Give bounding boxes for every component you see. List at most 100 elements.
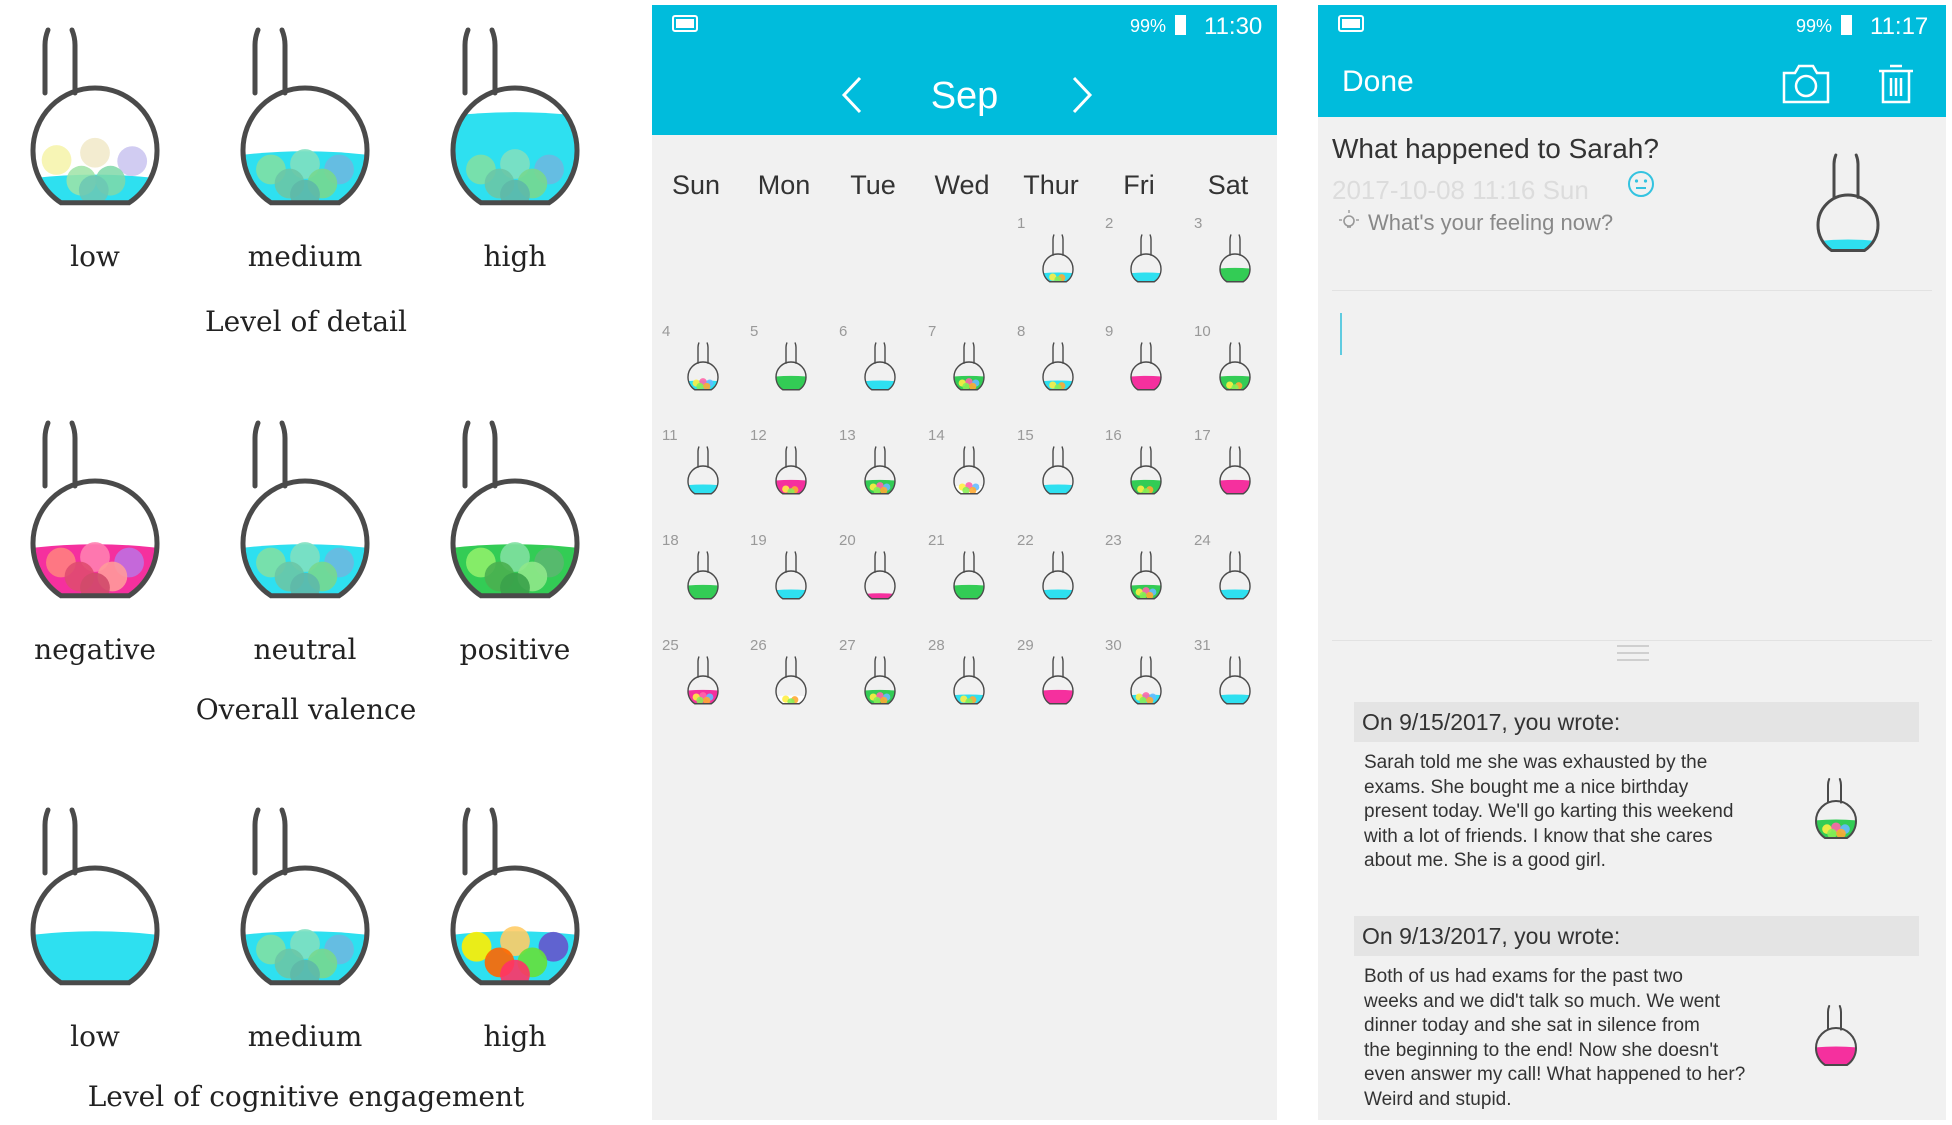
mood-flask-icon: [775, 446, 807, 495]
calendar-day[interactable]: 31: [1184, 637, 1272, 741]
done-button[interactable]: Done: [1342, 65, 1414, 99]
calendar-day[interactable]: 17: [1184, 427, 1272, 531]
smiley-icon[interactable]: [1626, 169, 1656, 199]
flask-label: negative: [34, 633, 156, 666]
calendar-day[interactable]: 5: [740, 323, 828, 427]
calendar-day[interactable]: 20: [829, 532, 917, 636]
mood-flask-icon: [864, 446, 896, 495]
calendar-day-number: 7: [928, 323, 937, 340]
mood-flask-icon: [1042, 342, 1074, 391]
calendar-day[interactable]: 4: [652, 323, 740, 427]
past-entry-text: Both of us had exams for the past two we…: [1364, 965, 1794, 1112]
battery-level-icon: [1841, 15, 1852, 35]
calendar-day[interactable]: 15: [1007, 427, 1095, 531]
text-cursor: [1340, 313, 1342, 355]
flask-label: low: [70, 1020, 120, 1053]
drag-handle-icon[interactable]: [1617, 645, 1649, 666]
lightbulb-icon: [1339, 210, 1359, 228]
calendar-day[interactable]: 7: [918, 323, 1006, 427]
calendar-day-number: 17: [1194, 427, 1211, 444]
calendar-day[interactable]: 2: [1095, 215, 1183, 319]
calendar-day-number: 22: [1017, 532, 1034, 549]
weekday-mon: Mon: [757, 170, 811, 200]
calendar-day[interactable]: 11: [652, 427, 740, 531]
calendar-day-number: 10: [1194, 323, 1211, 340]
calendar-day-number: 27: [839, 637, 856, 654]
calendar-day-number: 21: [928, 532, 945, 549]
calendar-day-number: 14: [928, 427, 945, 444]
calendar-day[interactable]: 16: [1095, 427, 1183, 531]
delete-button[interactable]: [1876, 63, 1916, 110]
calendar-day-number: 9: [1105, 323, 1114, 340]
flask-label: medium: [247, 240, 363, 273]
calendar-day[interactable]: 26: [740, 637, 828, 741]
entry-flask-icon[interactable]: [1798, 145, 1898, 270]
calendar-day[interactable]: 28: [918, 637, 1006, 741]
flask-detail-high: high: [420, 10, 630, 273]
calendar-day-number: 26: [750, 637, 767, 654]
calendar-day-number: 25: [662, 637, 679, 654]
calendar-day-number: 30: [1105, 637, 1122, 654]
calendar-day-number: 12: [750, 427, 767, 444]
flask-label: neutral: [253, 633, 357, 666]
mood-flask-icon: [1042, 446, 1074, 495]
calendar-day[interactable]: 13: [829, 427, 917, 531]
next-month-button[interactable]: [1062, 70, 1102, 120]
calendar-day[interactable]: 9: [1095, 323, 1183, 427]
feeling-prompt[interactable]: What's your feeling now?: [1368, 210, 1613, 236]
past-entry-flask-icon[interactable]: [1808, 1000, 1864, 1072]
calendar-day[interactable]: 22: [1007, 532, 1095, 636]
calendar-day[interactable]: 21: [918, 532, 1006, 636]
mood-flask-icon: [1219, 342, 1251, 391]
calendar-day-number: 29: [1017, 637, 1034, 654]
battery-percent: 99%: [1130, 16, 1167, 36]
calendar-day[interactable]: 14: [918, 427, 1006, 531]
mood-flask-icon: [1219, 656, 1251, 705]
calendar-day[interactable]: 19: [740, 532, 828, 636]
mood-flask-icon: [687, 446, 719, 495]
battery-percent: 99%: [1796, 16, 1833, 36]
calendar-day[interactable]: 30: [1095, 637, 1183, 741]
flask-label: high: [483, 240, 547, 273]
calendar-day[interactable]: 3: [1184, 215, 1272, 319]
calendar-screen: 99% 11:30 Sep Sun Mon Tue Wed Thur Fri S…: [652, 5, 1277, 1120]
calendar-day[interactable]: 25: [652, 637, 740, 741]
flask-icon: [450, 420, 580, 599]
past-entry-text: Sarah told me she was exhausted by the e…: [1364, 751, 1794, 874]
past-entry-line: weeks and we did't talk so much. We went: [1364, 990, 1720, 1012]
past-entry-line: present today. We'll go karting this wee…: [1364, 801, 1734, 822]
calendar-day[interactable]: 29: [1007, 637, 1095, 741]
status-bar: 99% 11:30: [652, 5, 1277, 45]
mood-flask-icon: [775, 551, 807, 600]
past-entry-flask-icon[interactable]: [1808, 773, 1864, 845]
calendar-header: 99% 11:30 Sep: [652, 5, 1277, 135]
past-entry-heading: On 9/15/2017, you wrote:: [1354, 702, 1919, 742]
mood-flask-icon: [953, 446, 985, 495]
flask-label: medium: [247, 1020, 363, 1053]
calendar-day[interactable]: 24: [1184, 532, 1272, 636]
calendar-day[interactable]: 6: [829, 323, 917, 427]
mood-flask-icon: [953, 342, 985, 391]
past-entry-line: Weird and stupid.: [1364, 1088, 1512, 1110]
flask-valence-positive: positive: [420, 403, 630, 666]
entry-header: 99% 11:17 Done: [1318, 5, 1946, 117]
calendar-day-number: 2: [1105, 215, 1114, 232]
camera-button[interactable]: [1780, 63, 1832, 110]
flask-icon: [30, 27, 160, 206]
calendar-day[interactable]: 10: [1184, 323, 1272, 427]
calendar-day[interactable]: 12: [740, 427, 828, 531]
calendar-day[interactable]: 23: [1095, 532, 1183, 636]
flask-valence-negative: negative: [0, 403, 210, 666]
flask-label: low: [70, 240, 120, 273]
calendar-day[interactable]: 27: [829, 637, 917, 741]
calendar-day[interactable]: 8: [1007, 323, 1095, 427]
weekday-wed: Wed: [934, 170, 990, 200]
calendar-day[interactable]: 1: [1007, 215, 1095, 319]
flask-label: positive: [459, 633, 571, 666]
legend-title-engagement: Level of cognitive engagement: [87, 1080, 525, 1113]
mood-flask-icon: [687, 656, 719, 705]
status-bar: 99% 11:17: [1318, 5, 1946, 45]
past-entry-line: about me. She is a good girl.: [1364, 850, 1606, 871]
calendar-day-number: 3: [1194, 215, 1203, 232]
calendar-day[interactable]: 18: [652, 532, 740, 636]
